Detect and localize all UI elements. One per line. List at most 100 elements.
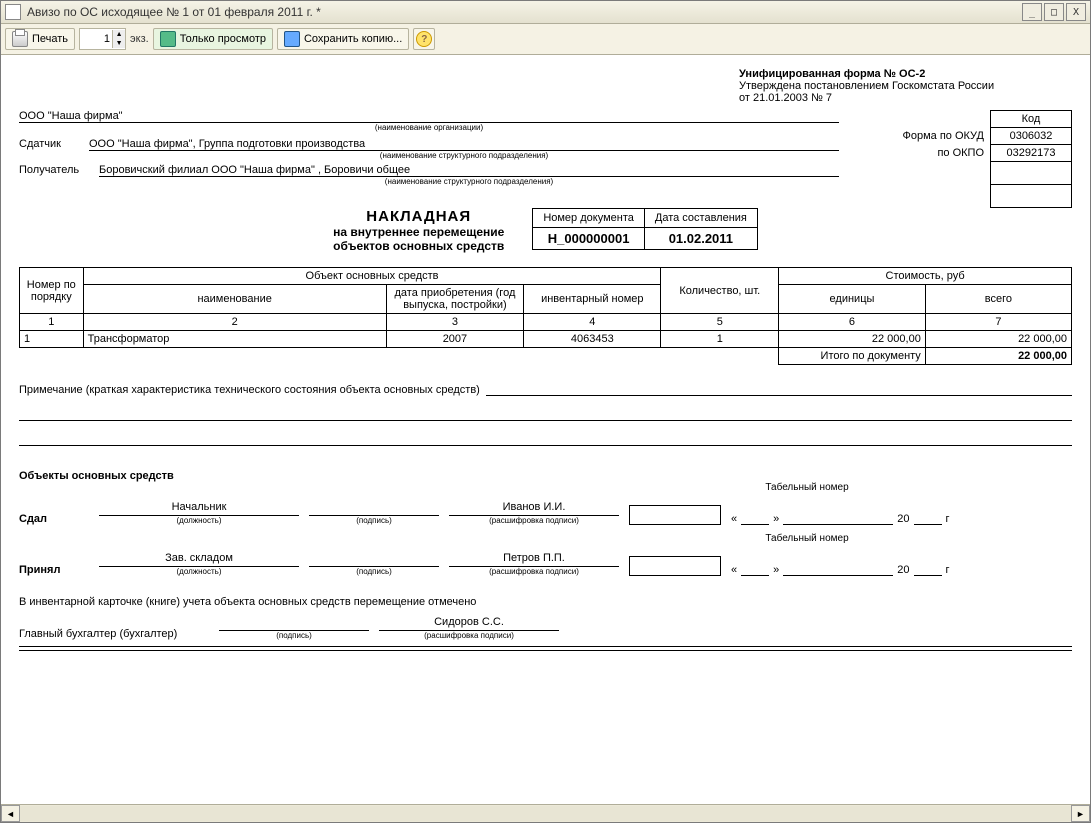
hn4: 4 [524,314,661,331]
col-qty: Количество, шт. [661,268,779,314]
tabnum-cap-2: Табельный номер [762,533,852,544]
save-copy-button[interactable]: Сохранить копию... [277,28,409,50]
title-block: НАКЛАДНАЯ на внутреннее перемещение объе… [19,208,1072,253]
took-date: « » 20 г [731,561,950,576]
preview-button[interactable]: Только просмотр [153,28,273,50]
r1-year: 2007 [386,331,523,348]
okpo-value: 03292173 [991,145,1072,162]
chief-sign [219,616,369,631]
gave-sign [309,501,439,516]
receiver-label: Получатель [19,164,99,186]
okpo-label: по ОКПО [897,145,991,162]
org-name-row: ООО "Наша фирма" (наименование организац… [19,110,839,132]
docdate-value: 01.02.2011 [644,228,757,250]
r1-n: 1 [20,331,84,348]
horizontal-scrollbar[interactable]: ◄ ► [1,804,1090,822]
inv-card-line: В инвентарной карточке (книге) учета объ… [19,596,1072,608]
save-label: Сохранить копию... [304,33,402,45]
note-label: Примечание (краткая характеристика техни… [19,384,480,396]
receiver-row: Получатель Боровичский филиал ООО "Наша … [19,164,839,186]
page-end-separator [19,646,1072,651]
document-icon [5,4,21,20]
form-header: Унифицированная форма № ОС-2 Утверждена … [739,68,1072,104]
spin-down[interactable]: ▼ [112,39,125,48]
docnum-label: Номер документа [533,209,645,228]
sender-label: Сдатчик [19,138,89,160]
code-empty-2 [991,185,1072,208]
help-icon: ? [416,31,432,47]
form-title: Унифицированная форма № ОС-2 [739,68,925,80]
gave-pos-note: (должность) [99,516,299,525]
docdate-label: Дата составления [644,209,757,228]
spin-up[interactable]: ▲ [112,30,125,39]
total-sum: 22 000,00 [925,348,1071,365]
chief-name: Сидоров С.С. [379,616,559,631]
took-sign [309,552,439,567]
r1-total: 22 000,00 [925,331,1071,348]
doc-title1: НАКЛАДНАЯ [333,208,504,225]
col-acq: дата приобретения (год выпуска, постройк… [386,285,523,314]
scroll-right-button[interactable]: ► [1071,805,1090,822]
chief-name-note: (расшифровка подписи) [379,631,559,640]
code-caption: Код [991,111,1072,128]
r1-inv: 4063453 [524,331,661,348]
toolbar: Печать ▲ ▼ экз. Только просмотр Сохранит… [1,24,1090,55]
took-pos-note: (должность) [99,567,299,576]
col-inv: инвентарный номер [524,285,661,314]
gave-tabnum [629,505,721,525]
document-area[interactable]: Унифицированная форма № ОС-2 Утверждена … [1,55,1090,804]
took-name-note: (расшифровка подписи) [449,567,619,576]
took-pos: Зав. складом [99,552,299,567]
docnum-table: Номер документа Дата составления Н_00000… [532,208,758,250]
org-name: ООО "Наша фирма" [19,110,123,122]
note-row: Примечание (краткая характеристика техни… [19,381,1072,396]
print-label: Печать [32,33,68,45]
took-label: Принял [19,564,89,576]
gave-row: Сдал Начальник (должность) (подпись) Ива… [19,501,1072,525]
col-total: всего [925,285,1071,314]
copies-input[interactable] [80,30,112,48]
col-unit: единицы [779,285,926,314]
okud-label: Форма по ОКУД [897,128,991,145]
preview-icon [160,31,176,47]
items-table: Номер по порядку Объект основных средств… [19,267,1072,365]
scroll-track[interactable] [20,806,1071,821]
r1-qty: 1 [661,331,779,348]
tabnum-cap-1: Табельный номер [762,482,852,493]
copies-spinner[interactable]: ▲ ▼ [79,28,126,50]
chief-sign-note: (подпись) [219,631,369,640]
gave-pos: Начальник [99,501,299,516]
gave-date: « » 20 г [731,510,950,525]
took-row: Принял Зав. складом (должность) (подпись… [19,552,1072,576]
close-button[interactable]: X [1066,3,1086,21]
minimize-button[interactable]: _ [1022,3,1042,21]
gave-sign-note: (подпись) [309,516,439,525]
took-name: Петров П.П. [449,552,619,567]
okud-value: 0306032 [991,128,1072,145]
org-name-note: (наименование организации) [19,123,839,132]
print-button[interactable]: Печать [5,28,75,50]
col-cost: Стоимость, руб [779,268,1072,285]
took-sign-note: (подпись) [309,567,439,576]
note-line-1 [486,381,1072,396]
copies-unit: экз. [130,33,149,45]
hn6: 6 [779,314,926,331]
app-window: Авизо по ОС исходящее № 1 от 01 февраля … [0,0,1091,823]
scroll-left-button[interactable]: ◄ [1,805,20,822]
codes-table: Код Форма по ОКУД0306032 по ОКПО03292173 [897,110,1073,208]
gave-label: Сдал [19,513,89,525]
receiver-note: (наименование структурного подразделения… [99,177,839,186]
gave-name-note: (расшифровка подписи) [449,516,619,525]
help-button[interactable]: ? [413,28,435,50]
col-obj: Объект основных средств [83,268,661,285]
preview-label: Только просмотр [180,33,266,45]
hn2: 2 [83,314,386,331]
hn3: 3 [386,314,523,331]
signatures: Объекты основных средств Табельный номер… [19,470,1072,651]
hn7: 7 [925,314,1071,331]
col-name: наименование [83,285,386,314]
titlebar: Авизо по ОС исходящее № 1 от 01 февраля … [1,1,1090,24]
doc-title2: на внутреннее перемещение [333,225,504,239]
maximize-button[interactable]: □ [1044,3,1064,21]
sender-value: ООО "Наша фирма", Группа подготовки прои… [89,138,365,150]
